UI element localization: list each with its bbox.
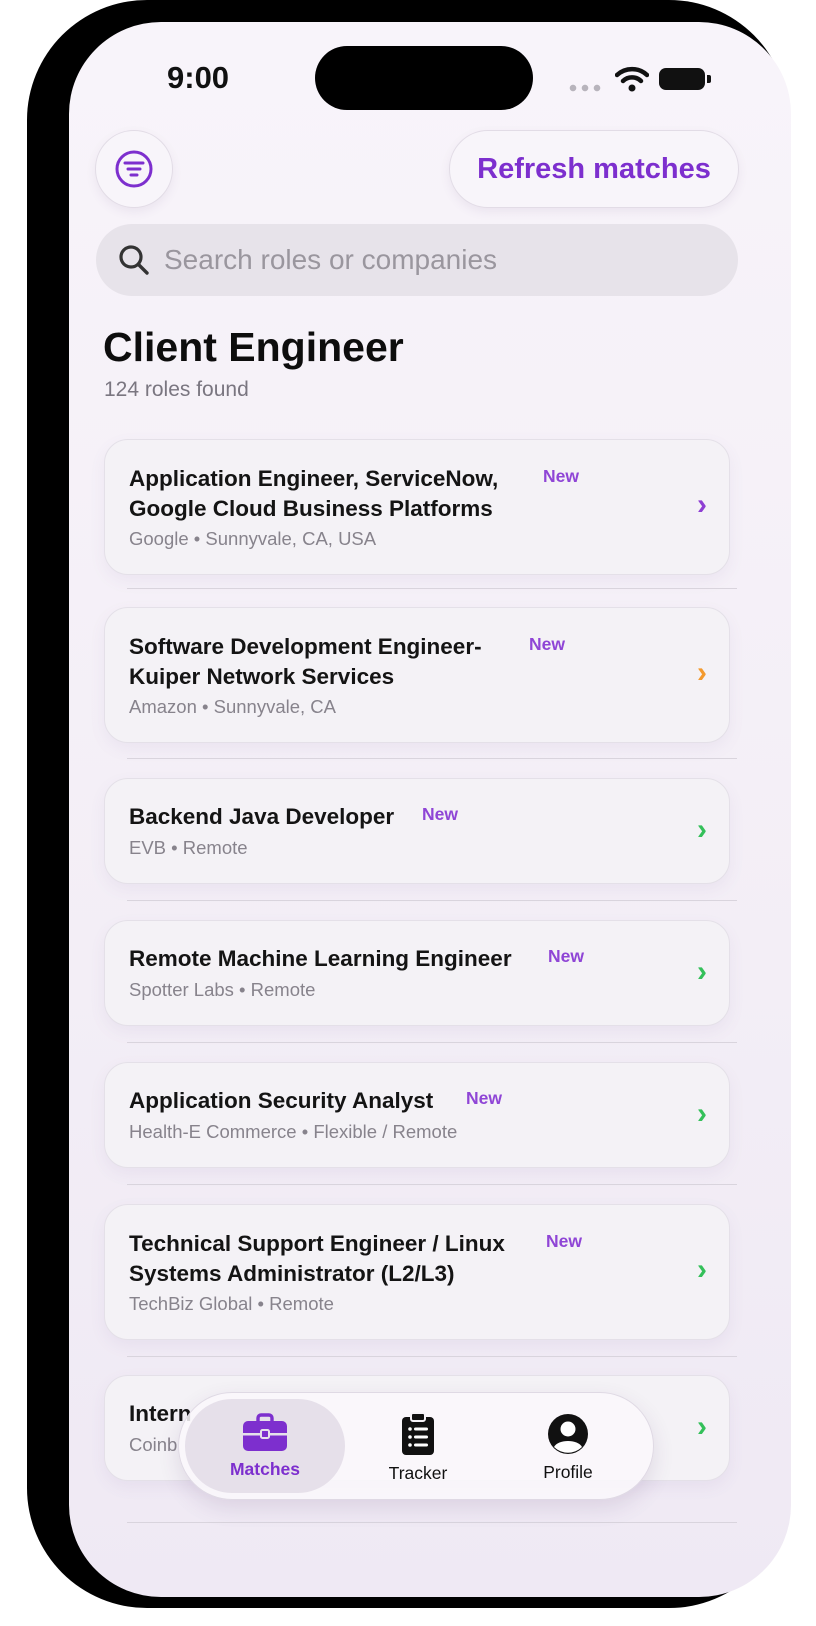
job-meta: TechBiz Global • Remote [129, 1293, 334, 1314]
tab-label: Matches [229, 1458, 301, 1479]
chevron-right-icon: › [697, 1253, 707, 1286]
job-meta: Google • Sunnyvale, CA, USA [129, 528, 377, 549]
job-title: Application Engineer, ServiceNow, Google… [129, 466, 499, 521]
chevron-right-icon: › [697, 488, 707, 521]
divider [127, 588, 737, 589]
app-screen: 9:00 Refresh matches Cli [69, 22, 791, 1597]
refresh-matches-button[interactable]: Refresh matches [449, 130, 739, 208]
divider [127, 758, 737, 759]
page-title: Client Engineer [103, 324, 404, 370]
job-card[interactable]: Software Development Engineer- Kuiper Ne… [104, 607, 730, 743]
job-title: Application Security Analyst [129, 1088, 434, 1113]
results-count: 124 roles found [104, 378, 249, 401]
status-time: 9:00 [167, 60, 230, 95]
divider [127, 900, 737, 901]
filter-icon [115, 150, 153, 188]
divider [127, 1522, 737, 1523]
tab-matches[interactable]: Matches [185, 1399, 345, 1493]
dynamic-island [315, 46, 533, 110]
new-badge: New [422, 804, 458, 824]
wifi-icon [615, 66, 649, 92]
chevron-right-icon: › [697, 656, 707, 689]
chevron-right-icon: › [697, 1097, 707, 1130]
job-card[interactable]: Technical Support Engineer / Linux Syste… [104, 1204, 730, 1340]
job-title: Remote Machine Learning Engineer [129, 946, 512, 971]
filter-button[interactable] [95, 130, 173, 208]
search-icon [119, 245, 149, 275]
chevron-right-icon: › [697, 1410, 707, 1443]
job-card[interactable]: Remote Machine Learning Engineer New Spo… [104, 920, 730, 1026]
search-input[interactable] [164, 244, 684, 276]
job-meta: Spotter Labs • Remote [129, 979, 316, 1000]
tab-profile[interactable]: Profile [489, 1393, 647, 1501]
job-meta: Health-E Commerce • Flexible / Remote [129, 1121, 458, 1142]
new-badge: New [543, 466, 579, 486]
signal-dots-icon [567, 84, 603, 92]
job-title: Backend Java Developer [129, 804, 395, 829]
person-circle-icon [548, 1413, 588, 1454]
divider [127, 1356, 737, 1357]
tab-bar: Matches Tracker Profile [178, 1392, 654, 1500]
tab-tracker[interactable]: Tracker [339, 1393, 497, 1501]
tab-label: Tracker [388, 1462, 448, 1483]
clipboard-icon [402, 1411, 434, 1455]
chevron-right-icon: › [697, 955, 707, 988]
briefcase-icon [243, 1412, 287, 1451]
divider [127, 1184, 737, 1185]
job-meta: EVB • Remote [129, 837, 248, 858]
job-card[interactable]: Backend Java Developer New EVB • Remote … [104, 778, 730, 884]
job-meta: Coinb [129, 1434, 178, 1455]
divider [127, 1042, 737, 1043]
job-title: Technical Support Engineer / Linux Syste… [129, 1231, 505, 1286]
search-bar[interactable] [96, 224, 738, 296]
job-title: Software Development Engineer- Kuiper Ne… [129, 634, 482, 689]
new-badge: New [529, 634, 565, 654]
device-frame: 9:00 Refresh matches Cli [27, 0, 791, 1608]
battery-icon [659, 68, 711, 90]
job-card[interactable]: Application Security Analyst New Health-… [104, 1062, 730, 1168]
new-badge: New [466, 1088, 502, 1108]
new-badge: New [548, 946, 584, 966]
tab-label: Profile [543, 1461, 593, 1482]
job-meta: Amazon • Sunnyvale, CA [129, 696, 336, 717]
job-card[interactable]: Application Engineer, ServiceNow, Google… [104, 439, 730, 575]
new-badge: New [546, 1231, 582, 1251]
chevron-right-icon: › [697, 813, 707, 846]
